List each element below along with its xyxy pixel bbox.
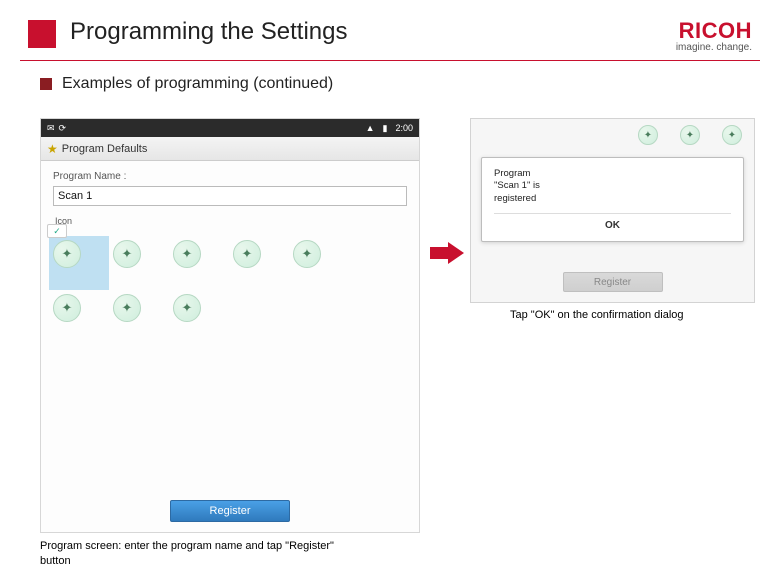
program-icon: ✦	[53, 240, 81, 268]
program-icon: ✦	[113, 240, 141, 268]
screenshot-b-block: ✦ ✦ ✦ Program "Scan 1" is registered OK …	[470, 118, 755, 321]
program-icon: ✦	[722, 125, 742, 145]
arrow-icon	[430, 242, 464, 264]
icon-grid-area: ✓ ✦ ✦ ✦ ✦ ✦ ✦ ✦ ✦	[41, 232, 419, 360]
dialog-message: Program "Scan 1" is registered	[494, 168, 731, 205]
sync-icon: ⟳	[59, 123, 67, 134]
selected-chip-icon: ✓	[47, 224, 67, 238]
program-name-input[interactable]	[53, 186, 407, 206]
window-title: Program Defaults	[62, 143, 148, 155]
icon-option[interactable]: ✦	[229, 236, 289, 290]
program-icon: ✦	[53, 294, 81, 322]
ok-button[interactable]: OK	[494, 214, 731, 233]
caption-b: Tap "OK" on the confirmation dialog	[470, 309, 755, 321]
icon-option[interactable]: ✦	[109, 236, 169, 290]
brand-name: RICOH	[676, 18, 752, 44]
program-icon: ✦	[638, 125, 658, 145]
program-icon: ✦	[233, 240, 261, 268]
register-button-disabled: Register	[563, 272, 663, 292]
slide-title: Programming the Settings	[70, 18, 347, 46]
register-button[interactable]: Register	[170, 500, 290, 522]
subtitle-row: Examples of programming (continued)	[0, 61, 780, 103]
slide-header: Programming the Settings RICOH imagine. …	[0, 0, 780, 56]
caption-a: Program screen: enter the program name a…	[40, 539, 360, 569]
program-screen: ✉ ⟳ ▲ ▮ 2:00 ★ Program Defaults Program …	[40, 118, 420, 533]
program-icon: ✦	[173, 240, 201, 268]
form-area: Program Name : Icon	[41, 161, 419, 232]
status-time: 2:00	[395, 123, 413, 133]
wifi-icon: ▲	[366, 123, 375, 133]
brand-block: RICOH imagine. change.	[676, 18, 752, 53]
program-icon: ✦	[293, 240, 321, 268]
icon-option[interactable]: ✦	[289, 236, 349, 290]
subtitle-bullet-icon	[40, 78, 52, 90]
status-bar: ✉ ⟳ ▲ ▮ 2:00	[41, 119, 419, 137]
subtitle-text: Examples of programming (continued)	[62, 75, 333, 93]
confirmation-screen: ✦ ✦ ✦ Program "Scan 1" is registered OK …	[470, 118, 755, 303]
brand-slogan: imagine. change.	[676, 42, 752, 53]
screenshot-a-block: ✉ ⟳ ▲ ▮ 2:00 ★ Program Defaults Program …	[40, 118, 420, 569]
title-bullet-square	[28, 20, 56, 48]
icon-option[interactable]: ✦	[49, 290, 109, 344]
icon-option[interactable]: ✦	[169, 290, 229, 344]
window-titlebar: ★ Program Defaults	[41, 137, 419, 161]
icon-option[interactable]: ✦	[49, 236, 109, 290]
program-name-label: Program Name :	[53, 171, 407, 182]
icon-option[interactable]: ✦	[109, 290, 169, 344]
icon-option[interactable]: ✦	[169, 236, 229, 290]
program-icon: ✦	[113, 294, 141, 322]
star-icon: ★	[47, 142, 58, 156]
confirmation-dialog: Program "Scan 1" is registered OK	[481, 157, 744, 242]
battery-icon: ▮	[383, 123, 388, 134]
program-icon: ✦	[680, 125, 700, 145]
notification-icon: ✉	[47, 123, 55, 134]
program-icon: ✦	[173, 294, 201, 322]
bg-icon-row: ✦ ✦ ✦	[471, 119, 754, 151]
icon-section-label: Icon	[55, 216, 407, 226]
